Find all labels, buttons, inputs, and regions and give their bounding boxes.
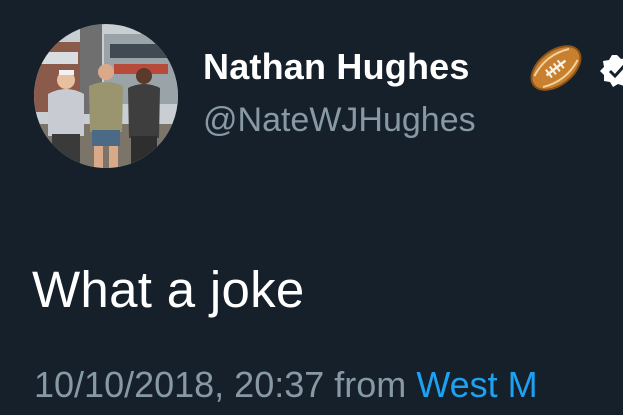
user-handle[interactable]: @NateWJHughes [203, 101, 476, 140]
from-label: from [334, 364, 407, 405]
tweet-meta: 10/10/2018, 20:37 from West M [34, 364, 538, 406]
tweet-card: Nathan Hughes @NateWJHughes What a joke … [0, 0, 623, 415]
profile-avatar[interactable] [34, 24, 178, 168]
display-name[interactable]: Nathan Hughes [203, 46, 470, 88]
avatar-photo [34, 24, 178, 168]
tweet-text: What a joke [32, 261, 305, 318]
source-link[interactable]: West M [416, 364, 537, 405]
verified-badge-icon [600, 55, 623, 87]
tweet-timestamp[interactable]: 10/10/2018, 20:37 [34, 364, 324, 405]
rugby-football-icon [530, 45, 582, 91]
